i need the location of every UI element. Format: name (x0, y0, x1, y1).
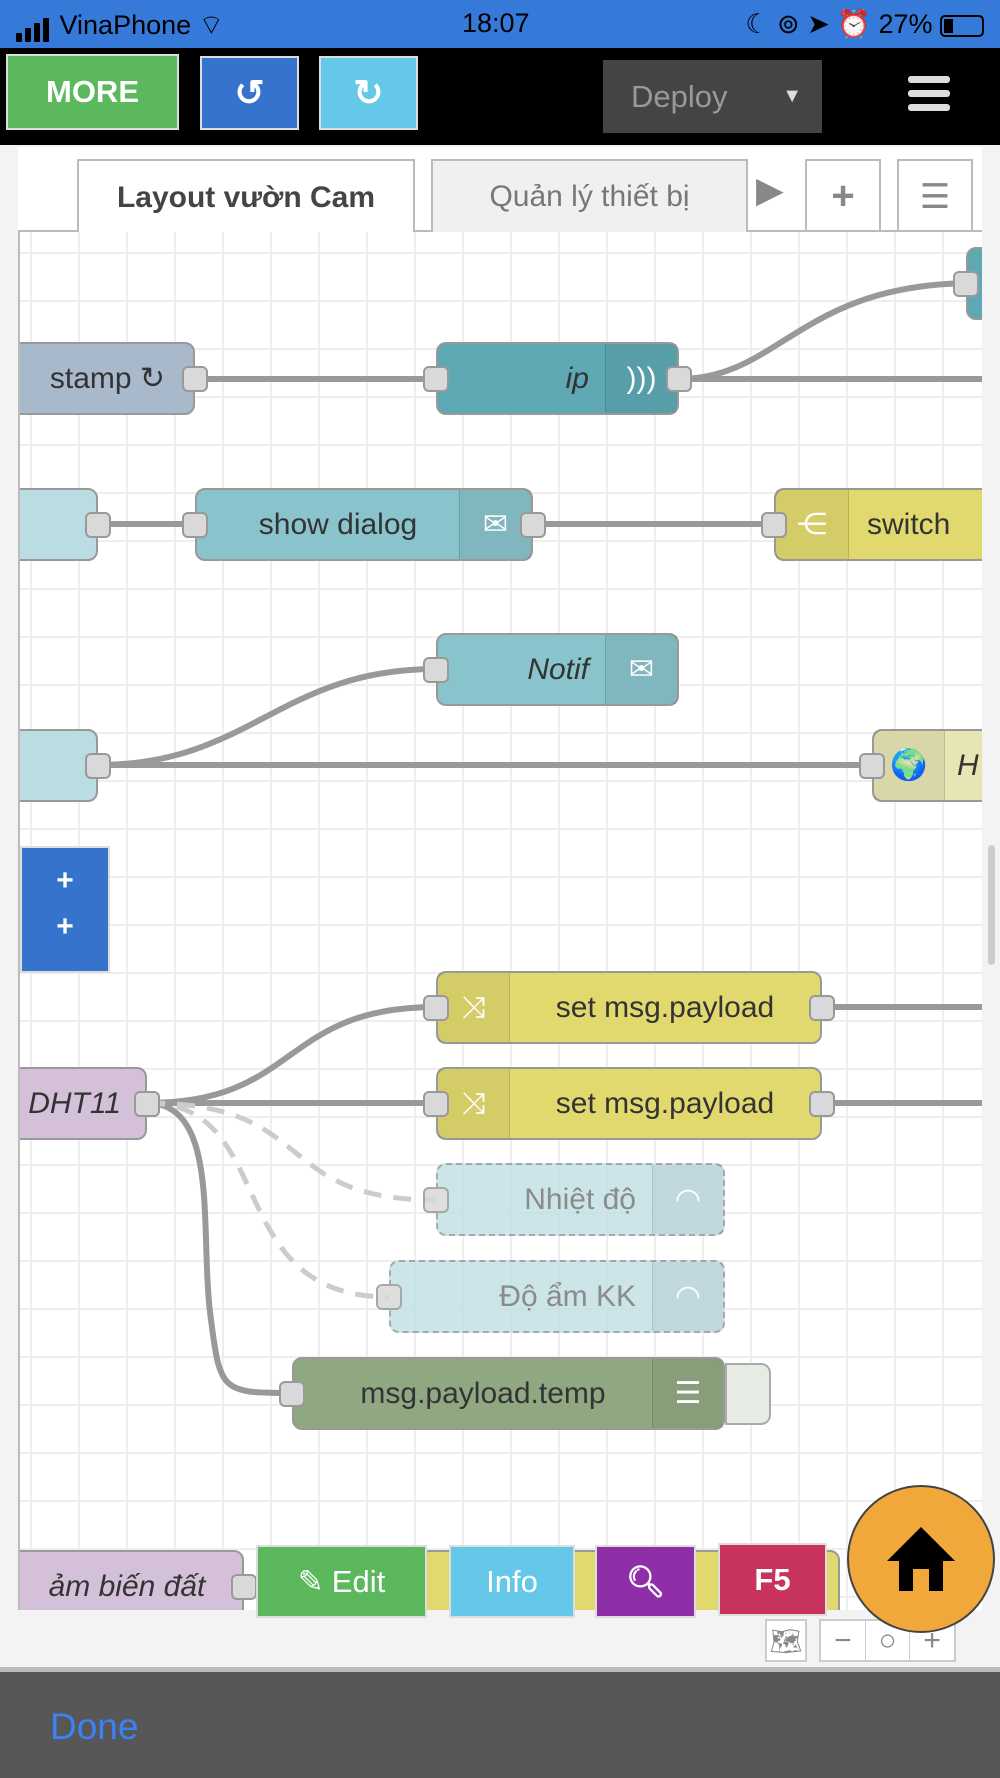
undo-icon: ↺ (234, 72, 265, 113)
scroll-tabs-right-icon[interactable]: ▶ (756, 169, 784, 211)
home-button[interactable] (847, 1485, 995, 1633)
clock: 18:07 (462, 8, 530, 38)
input-port[interactable] (859, 753, 885, 779)
output-port[interactable] (231, 1574, 257, 1600)
gauge-icon: ◠ (652, 1262, 723, 1331)
signal-icon (16, 11, 52, 43)
add-tab-button[interactable]: + (805, 159, 881, 234)
node-gauge-do-am[interactable]: Độ ẩm KK ◠ (376, 1260, 725, 1333)
node-cam-bien-dat[interactable]: ảm biến đất (20, 1550, 257, 1610)
node-notif[interactable]: Notif ✉ (423, 633, 679, 706)
f5-button[interactable]: F5 (718, 1543, 827, 1616)
status-bar: VinaPhone ⌔ 18:07 ☾ ⊚ ➤ ⏰ 27% (0, 0, 1000, 48)
edit-button[interactable]: ✎ Edit (256, 1545, 427, 1618)
more-button[interactable]: MORE (6, 54, 179, 130)
output-port[interactable] (134, 1091, 160, 1117)
output-port[interactable] (809, 995, 835, 1021)
output-port[interactable] (182, 366, 208, 392)
output-port[interactable] (520, 512, 546, 538)
output-port[interactable] (85, 512, 111, 538)
node-ip[interactable]: ip))) (423, 342, 692, 415)
deploy-button[interactable]: Deploy ▼ (603, 60, 822, 133)
node-ui-input[interactable] (20, 729, 111, 802)
plus-icon: + (56, 910, 74, 943)
node-gauge-nhiet-do[interactable]: Nhiệt độ ◠ (423, 1163, 725, 1236)
gauge-icon: ◠ (652, 1165, 723, 1234)
debug-toggle[interactable] (725, 1363, 771, 1425)
hamburger-icon[interactable] (908, 76, 950, 111)
battery-icon (940, 14, 984, 37)
node-switch[interactable]: ⋲ switch (761, 488, 982, 561)
input-port[interactable] (761, 512, 787, 538)
edit-label: Edit (331, 1563, 386, 1599)
input-port[interactable] (423, 366, 449, 392)
envelope-icon: ✉ (605, 635, 677, 704)
node-set-payload-1[interactable]: ⤨ set msg.payload (423, 971, 835, 1044)
node-show-dialog[interactable]: show dialog ✉ (182, 488, 546, 561)
plus-icon: + (56, 864, 74, 897)
navigator-map-icon[interactable]: 🗺︎ (765, 1619, 807, 1662)
battery-level: 27% (878, 9, 933, 39)
deploy-label: Deploy (631, 78, 728, 114)
info-button[interactable]: Info (449, 1545, 575, 1618)
wire (97, 666, 437, 768)
wire (146, 1004, 437, 1106)
input-port[interactable] (423, 1187, 449, 1213)
node-timestamp[interactable]: stamp ↻ (20, 342, 208, 415)
tab-list-icon[interactable]: ☰ (897, 159, 973, 234)
tab-bar: Layout vườn Cam Quản lý thiết bị ▶ + ☰ (18, 147, 982, 234)
tab-layout-vuon-cam[interactable]: Layout vườn Cam (77, 159, 415, 234)
input-port[interactable] (376, 1284, 402, 1310)
flow-editor: Layout vườn Cam Quản lý thiết bị ▶ + ☰ s… (0, 145, 1000, 1672)
input-port[interactable] (953, 271, 979, 297)
output-port[interactable] (666, 366, 692, 392)
undo-button[interactable]: ↺ (200, 56, 299, 130)
done-button[interactable]: Done (50, 1706, 138, 1748)
vertical-scrollbar[interactable] (988, 845, 995, 965)
output-port[interactable] (809, 1091, 835, 1117)
moon-icon: ☾ (745, 9, 770, 39)
node-debug[interactable]: msg.payload.temp ☰ (279, 1357, 771, 1430)
tab-quan-ly-thiet-bi[interactable]: Quản lý thiết bị (431, 159, 748, 232)
wire (678, 280, 976, 382)
node-set-payload-2[interactable]: ⤨ set msg.payload (423, 1067, 835, 1140)
input-port[interactable] (279, 1381, 305, 1407)
zoom-out-button[interactable]: − (821, 1621, 866, 1660)
browser-bottom-bar: Done (0, 1672, 1000, 1778)
node-ui-button[interactable] (20, 488, 111, 561)
toolbar: MORE ↺ ↻ Deploy ▼ (0, 48, 1000, 145)
carrier: VinaPhone (59, 10, 192, 40)
search-button[interactable]: 🔍︎ (595, 1545, 696, 1618)
edit-icon: ✎ (297, 1563, 324, 1599)
group-expand-button[interactable]: + + (20, 846, 110, 973)
input-port[interactable] (423, 1091, 449, 1117)
node-offscreen[interactable] (953, 247, 982, 320)
redo-icon: ↻ (353, 72, 384, 113)
location-icon: ➤ (807, 9, 830, 39)
node-dht11[interactable]: DHT11 (20, 1067, 160, 1140)
wire-disabled (146, 1100, 437, 1203)
redo-button[interactable]: ↻ (319, 56, 418, 130)
chevron-down-icon: ▼ (782, 85, 802, 107)
debug-list-icon: ☰ (652, 1359, 723, 1428)
search-icon: 🔍︎ (625, 1564, 666, 1599)
home-icon (887, 1527, 955, 1591)
workspace-grid[interactable]: stamp ↻ ip))) show dialog ✉ ⋲ switch Notif… (18, 232, 982, 1610)
input-port[interactable] (182, 512, 208, 538)
output-port[interactable] (85, 753, 111, 779)
input-port[interactable] (423, 657, 449, 683)
rotation-lock-icon: ⊚ (777, 9, 800, 39)
alarm-icon: ⏰ (837, 9, 871, 39)
wifi-icon: ⌔ (198, 10, 225, 40)
input-port[interactable] (423, 995, 449, 1021)
wire (146, 1100, 293, 1396)
node-http[interactable]: 🌍 H (859, 729, 982, 802)
